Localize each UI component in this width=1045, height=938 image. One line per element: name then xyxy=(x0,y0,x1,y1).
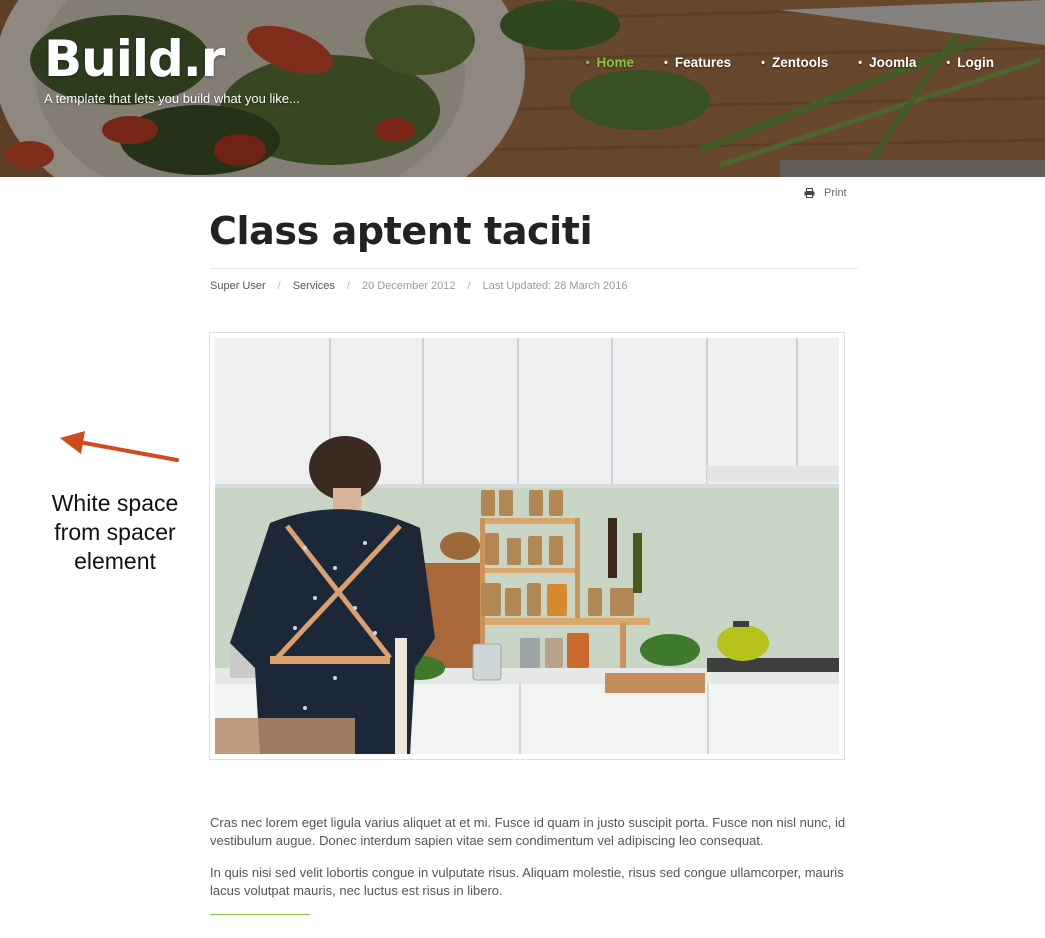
title-divider xyxy=(210,268,858,269)
meta-separator: / xyxy=(346,280,350,292)
nav-item-label: Joomla xyxy=(869,55,917,70)
nav-item-login[interactable]: • Login xyxy=(946,55,994,70)
nav-item-label: Login xyxy=(957,55,994,70)
main-nav: • Home • Features • Zentools • Joomla • … xyxy=(556,55,994,70)
brand: Build.r A template that lets you build w… xyxy=(44,30,300,106)
article-paragraph: In quis nisi sed velit lobortis congue i… xyxy=(210,865,844,898)
article-end-divider xyxy=(210,914,310,915)
nav-item-label: Home xyxy=(596,55,635,70)
printer-icon xyxy=(804,188,815,198)
meta-published-date: 20 December 2012 xyxy=(361,280,456,292)
site-logo[interactable]: Build.r xyxy=(44,30,300,88)
nav-item-zentools[interactable]: • Zentools xyxy=(761,55,828,70)
arrow-left-icon xyxy=(60,431,179,462)
meta-category[interactable]: Services xyxy=(293,280,335,293)
nav-item-label: Features xyxy=(674,55,732,70)
nav-bullet: • xyxy=(946,56,951,69)
nav-bullet: • xyxy=(664,56,668,69)
site-header: Build.r A template that lets you build w… xyxy=(0,0,1045,177)
meta-separator: / xyxy=(467,280,471,292)
nav-bullet: • xyxy=(858,56,863,69)
print-label: Print xyxy=(824,187,847,199)
print-button[interactable]: Print xyxy=(804,187,847,199)
article-image-frame xyxy=(209,332,845,760)
article-paragraph: Cras nec lorem eget ligula varius alique… xyxy=(210,815,846,848)
article-title: Class aptent taciti xyxy=(209,209,593,253)
nav-bullet: • xyxy=(761,56,766,69)
kitchen-photo xyxy=(215,338,839,754)
annotation-label: White space from spacer element xyxy=(51,490,179,574)
meta-author[interactable]: Super User xyxy=(210,280,266,293)
nav-item-label: Zentools xyxy=(772,55,829,70)
nav-item-home[interactable]: • Home xyxy=(586,55,634,70)
meta-updated-date: Last Updated: 28 March 2016 xyxy=(482,280,628,292)
nav-bullet: • xyxy=(585,56,590,69)
meta-separator: / xyxy=(277,280,281,292)
article-meta: Super User / Services / 20 December 2012… xyxy=(210,280,628,293)
nav-item-features[interactable]: • Features xyxy=(664,55,731,70)
site-tagline: A template that lets you build what you … xyxy=(44,91,300,106)
nav-item-joomla[interactable]: • Joomla xyxy=(858,55,916,70)
